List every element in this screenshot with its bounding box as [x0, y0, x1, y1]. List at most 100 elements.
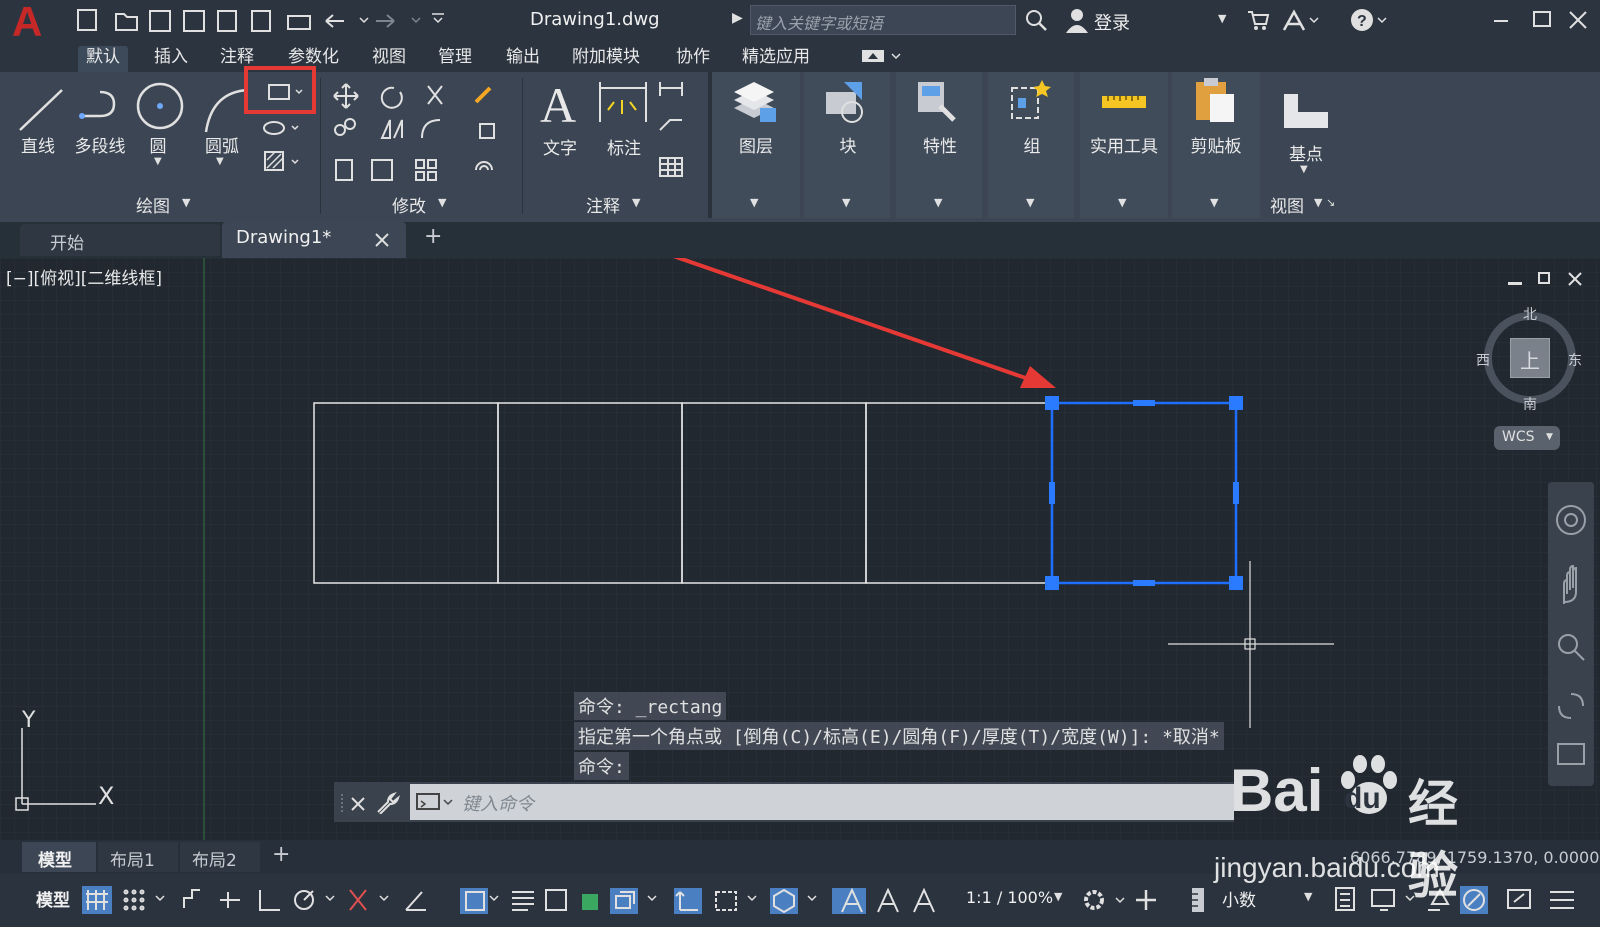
annotation-scale-icons[interactable] — [838, 884, 958, 916]
viewcube-north[interactable]: 北 — [1523, 304, 1537, 324]
gear-icon — [1084, 890, 1104, 910]
ribbon-options-icon[interactable] — [862, 48, 902, 66]
print-icon — [287, 15, 311, 30]
wcs-menu[interactable]: WCS ▼ — [1494, 426, 1560, 450]
scale-dropdown-icon[interactable]: ▼ — [1054, 890, 1062, 903]
viewcube-south[interactable]: 南 — [1523, 394, 1537, 414]
watermark-brand-suffix: du — [1344, 782, 1381, 815]
login-link[interactable]: 登录 — [1094, 9, 1130, 35]
command-bar-tools[interactable] — [340, 792, 400, 814]
groups-label: 组 — [1023, 137, 1041, 157]
app-logo[interactable]: A — [12, 1, 42, 43]
tab-collaborate[interactable]: 协作 — [668, 46, 718, 72]
recent-commands-icon[interactable] — [416, 792, 456, 812]
watermark-jingyan: 经验 — [1408, 775, 1458, 905]
import-icon — [251, 10, 271, 32]
circle-button[interactable]: 圆 — [148, 132, 168, 157]
status-toggles[interactable] — [80, 884, 860, 916]
search-icon[interactable] — [1024, 8, 1048, 32]
cart-icon[interactable] — [1246, 8, 1270, 32]
text-icon: A — [540, 77, 577, 133]
draw-panel-title[interactable]: 绘图 — [136, 192, 170, 217]
annotation-panel-title[interactable]: 注释 — [586, 192, 620, 217]
angle-icon — [405, 891, 426, 911]
viewport-restore[interactable] — [1538, 272, 1550, 284]
annotation-scale[interactable]: 1:1 / 100% — [966, 888, 1053, 907]
add-layout-button[interactable]: + — [272, 842, 290, 867]
leader-icon — [659, 119, 682, 131]
pan-icon — [1563, 564, 1577, 604]
viewport-close[interactable] — [1568, 272, 1582, 286]
properties-label: 特性 — [923, 137, 957, 157]
viewcube-top-face[interactable]: 上 — [1510, 338, 1550, 378]
redo-icon — [376, 14, 395, 28]
viewport-minimize[interactable] — [1508, 282, 1522, 285]
ucs-x-label: X — [98, 782, 115, 810]
start-tab[interactable]: 开始 — [20, 224, 220, 256]
drawing-tab[interactable]: Drawing1* — [222, 222, 406, 258]
erase-icon — [474, 86, 492, 104]
title-bar: A Drawing1.dwg ▶ 键入关键字或短语 登录 ▼ ? — [0, 0, 1600, 43]
file-title: Drawing1.dwg — [530, 9, 660, 30]
help-icon[interactable]: ? — [1350, 8, 1390, 32]
offset-icon — [475, 161, 493, 171]
view-panel-title[interactable]: 视图 — [1270, 192, 1304, 217]
line-button[interactable]: 直线 — [18, 132, 58, 157]
arc-button[interactable]: 圆弧 — [202, 132, 242, 157]
model-space-toggle[interactable]: 模型 — [36, 886, 70, 911]
line-icon — [19, 89, 63, 131]
viewcube-west[interactable]: 西 — [1476, 350, 1490, 370]
customization-menu-icon — [1550, 891, 1574, 909]
status-right-icons[interactable] — [1332, 884, 1600, 916]
stretch-icon — [335, 159, 353, 181]
units-select[interactable]: 小数 — [1222, 886, 1256, 911]
search-input[interactable]: 键入关键字或短语 — [750, 5, 1016, 35]
minimize-button[interactable] — [1494, 20, 1508, 22]
dimension-button[interactable]: 标注 — [604, 134, 644, 159]
ribbon: 直线 多段线 圆 圆弧 ▼ ▼ 绘图 ▼ 修改 ▼ A 文字 标注 注释 ▼ 图… — [0, 66, 1600, 222]
layout1-tab[interactable]: 布局1 — [98, 842, 178, 872]
orbit-icon — [1558, 693, 1584, 719]
layout2-tab[interactable]: 布局2 — [180, 842, 260, 872]
close-window-button[interactable] — [1568, 10, 1588, 30]
base-button[interactable]: 基点 — [1286, 140, 1326, 165]
trim-icon — [427, 85, 443, 105]
draw-small-tools[interactable] — [262, 118, 312, 178]
user-icon[interactable] — [1064, 7, 1090, 33]
tab-insert[interactable]: 插入 — [146, 46, 196, 72]
document-tab-bar: 开始 Drawing1* + — [0, 222, 1600, 258]
autodesk-app-icon[interactable] — [1282, 8, 1322, 32]
modify-tools[interactable] — [330, 80, 510, 190]
viewcube-east[interactable]: 东 — [1568, 350, 1582, 370]
layout2-tab-label: 布局2 — [192, 851, 237, 871]
nav-tools[interactable] — [1554, 504, 1588, 774]
steering-wheel-icon — [1556, 505, 1586, 535]
tab-featured-apps[interactable]: 精选应用 — [734, 46, 818, 72]
tab-manage[interactable]: 管理 — [430, 46, 480, 72]
ribbon-tab-bar: 默认 插入 注释 参数化 视图 管理 输出 附加模块 协作 精选应用 — [0, 40, 1600, 72]
text-button[interactable]: 文字 — [540, 134, 580, 159]
new-tab-button[interactable]: + — [424, 224, 442, 249]
maximize-button[interactable] — [1533, 11, 1551, 27]
tab-view[interactable]: 视图 — [364, 46, 414, 72]
layers-label: 图层 — [739, 137, 773, 157]
model-tab[interactable]: 模型 — [22, 842, 96, 872]
tab-default[interactable]: 默认 — [78, 46, 128, 72]
units-dropdown-icon[interactable]: ▼ — [1304, 890, 1312, 903]
quick-access-toolbar[interactable] — [76, 8, 446, 34]
tab-addins[interactable]: 附加模块 — [564, 46, 648, 72]
command-input[interactable]: 键入命令 — [410, 784, 1234, 820]
search-arrow-icon[interactable]: ▶ — [732, 10, 743, 26]
rectangle-icon[interactable] — [268, 82, 308, 102]
workspace-icons[interactable] — [1080, 886, 1170, 916]
modify-panel-title[interactable]: 修改 — [392, 192, 426, 217]
layers-icon — [734, 82, 776, 122]
rectangle-tool-highlight[interactable] — [244, 66, 316, 114]
viewport-controls-label[interactable]: [−][俯视][二维线框] — [6, 264, 162, 289]
properties-icon — [918, 82, 956, 122]
close-tab-icon[interactable] — [374, 232, 390, 248]
login-dropdown-icon[interactable]: ▼ — [1218, 12, 1226, 25]
tab-output[interactable]: 输出 — [498, 46, 548, 72]
search-placeholder: 键入关键字或短语 — [755, 14, 884, 33]
polyline-button[interactable]: 多段线 — [70, 132, 130, 157]
